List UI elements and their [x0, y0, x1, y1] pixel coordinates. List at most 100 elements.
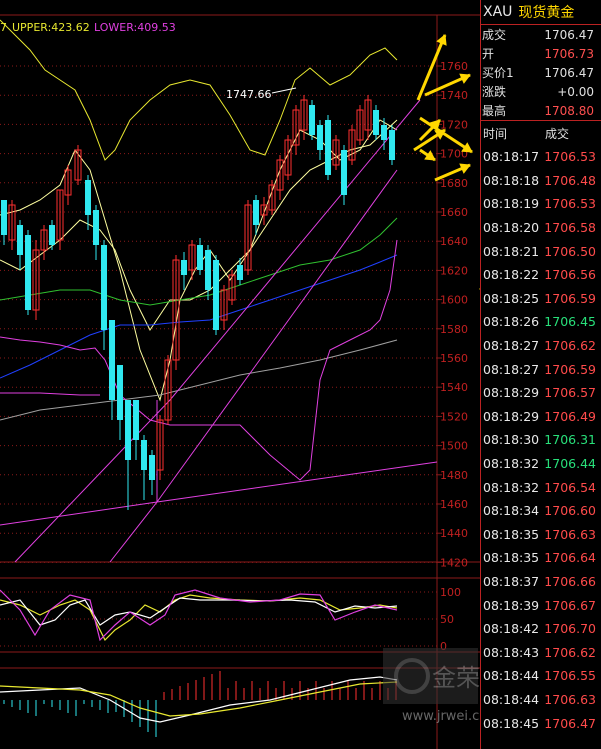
- tick-price: 1706.44: [544, 456, 596, 472]
- legend-lower: LOWER:409.53: [94, 21, 176, 34]
- trendline-up-1: [14, 99, 421, 563]
- candle-body: [309, 105, 315, 135]
- tick-time: 08:18:34: [483, 503, 540, 519]
- quote-value: 1706.47: [544, 27, 594, 42]
- tick-time: 08:18:32: [483, 456, 540, 472]
- tick-time: 08:18:29: [483, 385, 540, 401]
- trendline-support: [0, 461, 438, 526]
- tick-row[interactable]: 08:18:43 1706.62: [481, 640, 601, 664]
- candle-body: [317, 125, 323, 150]
- boll-bottom-line: [0, 392, 100, 396]
- price-axis-label: 1440: [440, 527, 468, 540]
- candle-body: [213, 260, 219, 330]
- boll-upper-line: [0, 19, 398, 161]
- tick-row[interactable]: 08:18:29 1706.57: [481, 381, 601, 405]
- tick-time: 08:18:22: [483, 267, 540, 283]
- tick-row[interactable]: 08:18:45 1706.47: [481, 711, 601, 735]
- tick-row[interactable]: 08:18:20 1706.58: [481, 216, 601, 240]
- tick-row[interactable]: 08:18:34 1706.60: [481, 499, 601, 523]
- tick-row[interactable]: 08:18:32 1706.44: [481, 452, 601, 476]
- tick-list[interactable]: 08:18:17 1706.53 08:18:18 1706.48 08:18:19 17…: [481, 145, 601, 735]
- ticks-header-price: 成交: [545, 126, 570, 141]
- tick-row[interactable]: 08:18:32 1706.54: [481, 475, 601, 499]
- quote-row: 最高 1708.80: [481, 101, 601, 120]
- candle-body: [93, 210, 99, 245]
- macd-panel: [3, 671, 397, 737]
- price-axis-label: 1600: [440, 294, 468, 307]
- tick-row[interactable]: 08:18:30 1706.31: [481, 428, 601, 452]
- candle-body: [141, 440, 147, 470]
- quote-row: 开 1706.73: [481, 44, 601, 63]
- quote-value: 1706.47: [544, 65, 594, 80]
- annotation-arrows: [413, 34, 480, 290]
- tick-price: 1706.50: [544, 243, 596, 259]
- tick-row[interactable]: 08:18:19 1706.53: [481, 192, 601, 216]
- candle-body: [49, 225, 55, 245]
- tick-row[interactable]: 08:18:18 1706.48: [481, 169, 601, 193]
- tick-time: 08:18:32: [483, 479, 540, 495]
- symbol-header: XAU 现货黄金: [481, 0, 601, 25]
- candle-body: [197, 245, 203, 270]
- tick-row[interactable]: 08:18:22 1706.56: [481, 263, 601, 287]
- tick-price: 1706.57: [544, 385, 596, 401]
- tick-row[interactable]: 08:18:44 1706.55: [481, 664, 601, 688]
- tick-price: 1706.62: [544, 644, 596, 660]
- quote-value: 1708.80: [544, 103, 594, 118]
- tick-price: 1706.47: [544, 715, 596, 731]
- osc-axis-label: 50: [440, 613, 454, 626]
- price-axis-label: 1640: [440, 235, 468, 248]
- tick-row[interactable]: 08:18:26 1706.45: [481, 310, 601, 334]
- tick-row[interactable]: 08:18:35 1706.63: [481, 523, 601, 547]
- quote-label: 最高: [482, 104, 507, 118]
- tick-time: 08:18:39: [483, 597, 540, 613]
- tick-price: 1706.66: [544, 573, 596, 589]
- tick-price: 1706.45: [544, 314, 596, 330]
- price-axis-label: 1740: [440, 89, 468, 102]
- tick-time: 08:18:19: [483, 196, 540, 212]
- candle-body: [253, 200, 259, 225]
- tick-row[interactable]: 08:18:17 1706.53: [481, 145, 601, 169]
- tick-time: 08:18:27: [483, 361, 540, 377]
- quote-label: 开: [482, 47, 495, 61]
- quote-row: 涨跌 +0.00: [481, 82, 601, 101]
- price-axis-label: 1500: [440, 440, 468, 453]
- tick-row[interactable]: 08:18:29 1706.49: [481, 405, 601, 429]
- tick-time: 08:18:18: [483, 172, 540, 188]
- tick-price: 1706.59: [544, 290, 596, 306]
- tick-price: 1706.58: [544, 220, 596, 236]
- price-axis-label: 1660: [440, 206, 468, 219]
- tick-time: 08:18:29: [483, 408, 540, 424]
- tick-row[interactable]: 08:18:44 1706.63: [481, 688, 601, 712]
- candle-body: [101, 245, 107, 330]
- candle-body: [373, 110, 379, 135]
- price-axis-label: 1460: [440, 498, 468, 511]
- tick-row[interactable]: 08:18:37 1706.66: [481, 570, 601, 594]
- candle-body: [17, 225, 23, 255]
- symbol-name: 现货黄金: [518, 5, 575, 21]
- tick-row[interactable]: 08:18:42 1706.70: [481, 617, 601, 641]
- tick-row[interactable]: 08:18:27 1706.62: [481, 334, 601, 358]
- tick-row[interactable]: 08:18:35 1706.64: [481, 546, 601, 570]
- tick-row[interactable]: 08:18:27 1706.59: [481, 357, 601, 381]
- candle-body: [381, 125, 387, 140]
- tick-price: 1706.70: [544, 621, 596, 637]
- legend-upper: UPPER:423.62: [12, 21, 90, 34]
- osc-axis-label: 100: [440, 586, 461, 599]
- tick-price: 1706.49: [544, 408, 596, 424]
- candle-body: [149, 455, 155, 480]
- quote-list: 成交 1706.47 开 1706.73 买价1 1706.47 涨跌 +0.00 最高 1708…: [481, 25, 601, 120]
- quote-label: 买价1: [482, 66, 514, 80]
- kline-chart[interactable]: 1760174017201700168016601640162016001580…: [0, 0, 480, 749]
- tick-time: 08:18:44: [483, 691, 540, 707]
- tick-row[interactable]: 08:18:21 1706.50: [481, 239, 601, 263]
- arrow-head: [459, 163, 471, 174]
- candle-body: [389, 130, 395, 160]
- candlesticks: [1, 95, 395, 510]
- candle-body: [1, 200, 7, 235]
- macd-lines: [0, 676, 398, 723]
- tick-time: 08:18:43: [483, 644, 540, 660]
- price-axis-label: 1420: [440, 556, 468, 569]
- candle-body: [85, 180, 91, 215]
- tick-row[interactable]: 08:18:25 1706.59: [481, 287, 601, 311]
- tick-row[interactable]: 08:18:39 1706.67: [481, 593, 601, 617]
